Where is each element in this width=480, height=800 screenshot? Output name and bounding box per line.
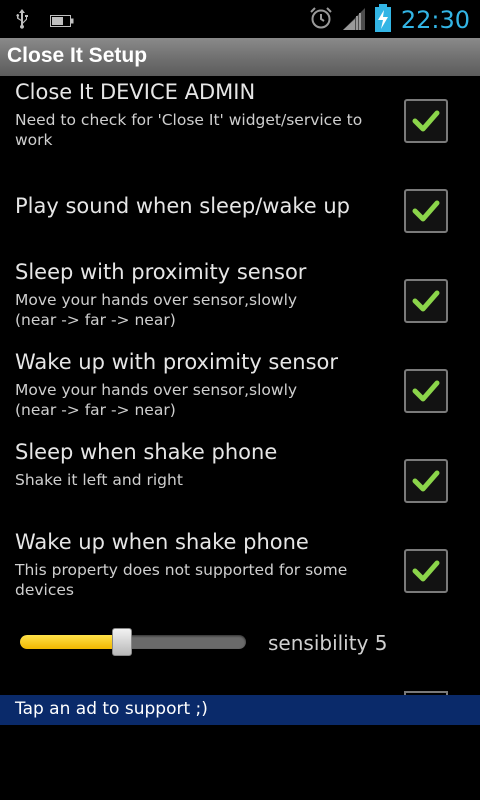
usb-icon [14,9,30,33]
pref-play-sound[interactable]: Play sound when sleep/wake up [0,189,480,238]
pref-title: Close It DEVICE ADMIN [15,80,256,104]
pref-title: Sleep when shake phone [15,440,278,464]
play-sound-checkbox[interactable] [404,189,448,233]
checkmark-icon [412,380,440,402]
pref-title: Sleep with proximity sensor [15,260,307,284]
pref-title: Wake up when shake phone [15,530,309,554]
sleep-proximity-checkbox[interactable] [404,279,448,323]
checkmark-icon [412,290,440,312]
ad-banner[interactable]: Tap an ad to support ;) [0,695,480,725]
pref-sleep-shake[interactable]: Sleep when shake phone Shake it left and… [0,440,480,510]
pref-summary: Shake it left and right [15,471,183,489]
signal-icon [342,6,365,34]
sensibility-label: sensibility 5 [268,631,388,655]
pref-device-admin[interactable]: Close It DEVICE ADMIN Need to check for … [0,80,480,166]
pref-summary: Move your hands over sensor,slowly (near… [15,381,298,419]
checkmark-icon [412,560,440,582]
sensibility-slider[interactable] [20,635,246,649]
wake-proximity-checkbox[interactable] [404,369,448,413]
battery-charging-icon [374,4,391,36]
pref-wake-proximity[interactable]: Wake up with proximity sensor Move your … [0,350,480,430]
battery-small-icon [50,12,74,31]
pref-sleep-proximity[interactable]: Sleep with proximity sensor Move your ha… [0,260,480,340]
pref-wake-shake[interactable]: Wake up when shake phone This property d… [0,530,480,610]
pref-summary: Move your hands over sensor,slowly (near… [15,291,298,329]
title-bar: Close It Setup [0,38,480,76]
checkmark-icon [412,110,440,132]
status-bar: 22:30 [0,0,480,38]
ad-text: Tap an ad to support ;) [15,699,208,719]
sleep-shake-checkbox[interactable] [404,459,448,503]
pref-title: Play sound when sleep/wake up [15,194,350,218]
checkmark-icon [412,200,440,222]
pref-title: Wake up with proximity sensor [15,350,339,374]
page-title: Close It Setup [7,44,148,67]
wake-shake-checkbox[interactable] [404,549,448,593]
pref-summary: Need to check for 'Close It' widget/serv… [15,111,363,149]
alarm-icon [309,6,333,34]
checkmark-icon [412,470,440,492]
device-admin-checkbox[interactable] [404,99,448,143]
slider-thumb[interactable] [111,628,132,656]
slider-fill [20,635,122,649]
pref-summary: This property does not supported for som… [15,561,348,599]
clock: 22:30 [400,6,470,34]
